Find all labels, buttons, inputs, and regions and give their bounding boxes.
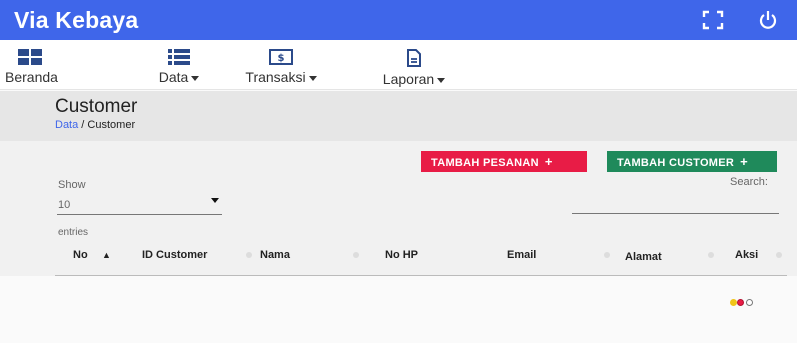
edit-icon[interactable]	[730, 299, 737, 306]
svg-text:$: $	[278, 53, 285, 64]
search-label: Search:	[730, 176, 768, 188]
sort-icon	[708, 252, 714, 258]
nav-data[interactable]: Data	[150, 48, 208, 85]
column-header-alamat[interactable]: Alamat	[625, 251, 662, 263]
column-header-email[interactable]: Email	[507, 249, 536, 261]
chevron-down-icon	[308, 75, 317, 81]
chevron-down-icon	[191, 75, 200, 81]
nav-beranda[interactable]: Beranda	[5, 48, 58, 85]
entries-select-value: 10	[58, 199, 71, 211]
nav-beranda-label: Beranda	[5, 69, 58, 85]
page-title: Customer	[55, 96, 138, 117]
search-input[interactable]	[572, 194, 779, 214]
tambah-pesanan-label: TAMBAH PESANAN	[431, 157, 539, 169]
sort-icon	[353, 252, 359, 258]
power-icon[interactable]	[756, 9, 780, 31]
sort-icon	[604, 252, 610, 258]
customer-table-panel: TAMBAH PESANAN + TAMBAH CUSTOMER + Show 10…	[0, 141, 797, 276]
breadcrumb: Data / Customer	[55, 119, 135, 131]
chevron-down-icon	[437, 77, 446, 83]
breadcrumb-data-link[interactable]: Data	[55, 119, 78, 131]
entries-select[interactable]: 10	[57, 195, 222, 215]
column-header-id-customer[interactable]: ID Customer	[142, 249, 207, 261]
column-header-no[interactable]: No	[73, 249, 88, 261]
tambah-customer-label: TAMBAH CUSTOMER	[617, 157, 735, 169]
money-icon: $	[269, 49, 293, 65]
show-label: Show	[58, 179, 86, 191]
tambah-pesanan-button[interactable]: TAMBAH PESANAN +	[421, 151, 587, 172]
nav-data-label: Data	[158, 69, 189, 85]
dashboard-icon	[18, 49, 42, 65]
page-header: Customer Data / Customer	[0, 91, 797, 141]
breadcrumb-current: Customer	[87, 119, 136, 131]
sort-asc-icon: ▲	[102, 250, 111, 260]
fullscreen-icon[interactable]	[701, 9, 725, 31]
delete-icon[interactable]	[737, 299, 744, 306]
table-body-area	[0, 276, 797, 343]
dropdown-arrow-icon	[211, 198, 219, 203]
report-icon	[407, 49, 421, 67]
sort-icon	[246, 252, 252, 258]
view-icon[interactable]	[746, 299, 753, 306]
app-title: Via Kebaya	[14, 7, 139, 33]
plus-icon: +	[544, 154, 553, 169]
tambah-customer-button[interactable]: TAMBAH CUSTOMER +	[607, 151, 777, 172]
entries-label: entries	[58, 227, 89, 238]
nav-transaksi[interactable]: $ Transaksi	[233, 48, 329, 85]
column-header-aksi[interactable]: Aksi	[735, 249, 758, 261]
list-icon	[168, 49, 190, 65]
nav-laporan-label: Laporan	[382, 71, 435, 87]
nav-transaksi-label: Transaksi	[245, 69, 306, 85]
column-header-no-hp[interactable]: No HP	[385, 249, 418, 261]
nav-laporan[interactable]: Laporan	[372, 48, 456, 87]
sort-icon	[776, 252, 782, 258]
top-app-bar: Via Kebaya	[0, 0, 797, 40]
column-header-nama[interactable]: Nama	[260, 249, 290, 261]
main-nav: Beranda Data $ Transaksi Laporan	[0, 40, 797, 90]
plus-icon: +	[740, 154, 749, 169]
